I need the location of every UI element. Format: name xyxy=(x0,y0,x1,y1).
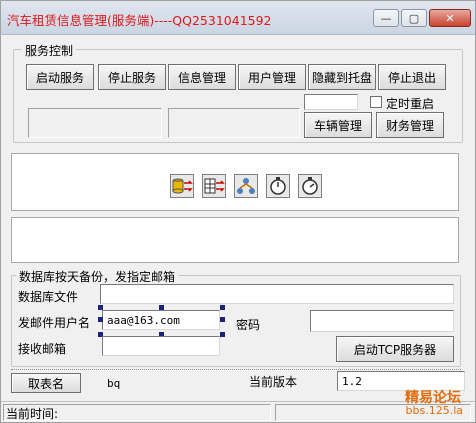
table-transfer-icon[interactable] xyxy=(202,174,226,198)
sender-input[interactable]: aaa@163.com xyxy=(102,310,220,330)
service-control-group: 服务控制 启动服务 停止服务 信息管理 用户管理 隐藏到托盘 停止退出 定时重启… xyxy=(13,42,463,143)
selection-handle xyxy=(159,305,164,310)
restart-checkbox-label: 定时重启 xyxy=(386,97,435,111)
hide-to-tray-button[interactable]: 隐藏到托盘 xyxy=(308,64,376,90)
password-label: 密码 xyxy=(236,318,261,332)
restart-checkbox[interactable] xyxy=(370,96,382,108)
bottom-divider xyxy=(11,369,461,370)
status-segment-time: 当前时间: xyxy=(3,404,271,421)
table-name-value: bq xyxy=(107,377,121,390)
finance-management-button[interactable]: 财务管理 xyxy=(376,112,444,138)
selection-handle xyxy=(98,317,103,322)
window-title: 汽车租赁信息管理(服务端)----QQ2531041592 xyxy=(7,13,272,28)
db-file-label: 数据库文件 xyxy=(18,290,79,304)
restart-time-input[interactable] xyxy=(304,94,358,110)
backup-group-label: 数据库按天备份，发指定邮箱 xyxy=(16,268,179,285)
status-panel-middle xyxy=(168,108,300,138)
forum-watermark-url: bbs.125.la xyxy=(405,404,463,417)
status-bar: 当前时间: xyxy=(1,401,475,422)
selection-handle xyxy=(220,317,225,322)
network-users-icon[interactable] xyxy=(234,174,258,198)
timer-icon[interactable] xyxy=(298,174,322,198)
status-panel-left xyxy=(28,108,162,138)
client-area: 服务控制 启动服务 停止服务 信息管理 用户管理 隐藏到托盘 停止退出 定时重启… xyxy=(5,37,471,401)
backup-group: 数据库按天备份，发指定邮箱 数据库文件 发邮件用户名 aaa@163.com 密… xyxy=(11,268,461,367)
close-button[interactable]: ✕ xyxy=(429,9,471,27)
app-window: 汽车租赁信息管理(服务端)----QQ2531041592 — ▢ ✕ 服务控制… xyxy=(0,0,476,423)
maximize-button[interactable]: ▢ xyxy=(401,9,427,27)
minimize-icon: — xyxy=(380,11,392,25)
db-file-input[interactable] xyxy=(100,284,454,304)
log-area[interactable] xyxy=(11,217,459,263)
receiver-input[interactable] xyxy=(102,336,220,356)
close-icon: ✕ xyxy=(445,11,455,25)
info-management-button[interactable]: 信息管理 xyxy=(168,64,236,90)
stop-service-button[interactable]: 停止服务 xyxy=(98,64,166,90)
selection-handle xyxy=(220,332,225,337)
db-transfer-icon[interactable] xyxy=(170,174,194,198)
password-input[interactable] xyxy=(310,310,454,332)
selection-handle xyxy=(98,305,103,310)
stopwatch-icon[interactable] xyxy=(266,174,290,198)
get-table-name-button[interactable]: 取表名 xyxy=(11,373,81,393)
toolbar-panel xyxy=(11,153,459,211)
toolbar-icons xyxy=(170,174,330,200)
stop-exit-button[interactable]: 停止退出 xyxy=(378,64,446,90)
current-time-label: 当前时间: xyxy=(6,407,59,421)
start-service-button[interactable]: 启动服务 xyxy=(26,64,94,90)
version-label: 当前版本 xyxy=(249,375,298,389)
receiver-label: 接收邮箱 xyxy=(18,342,67,356)
maximize-icon: ▢ xyxy=(408,11,420,25)
sender-label: 发邮件用户名 xyxy=(18,316,91,330)
title-bar[interactable]: 汽车租赁信息管理(服务端)----QQ2531041592 — ▢ ✕ xyxy=(1,1,475,35)
minimize-button[interactable]: — xyxy=(373,9,399,27)
start-tcp-server-button[interactable]: 启动TCP服务器 xyxy=(336,336,454,362)
vehicle-management-button[interactable]: 车辆管理 xyxy=(304,112,372,138)
user-management-button[interactable]: 用户管理 xyxy=(238,64,306,90)
service-control-label: 服务控制 xyxy=(22,42,77,59)
selection-handle xyxy=(220,305,225,310)
